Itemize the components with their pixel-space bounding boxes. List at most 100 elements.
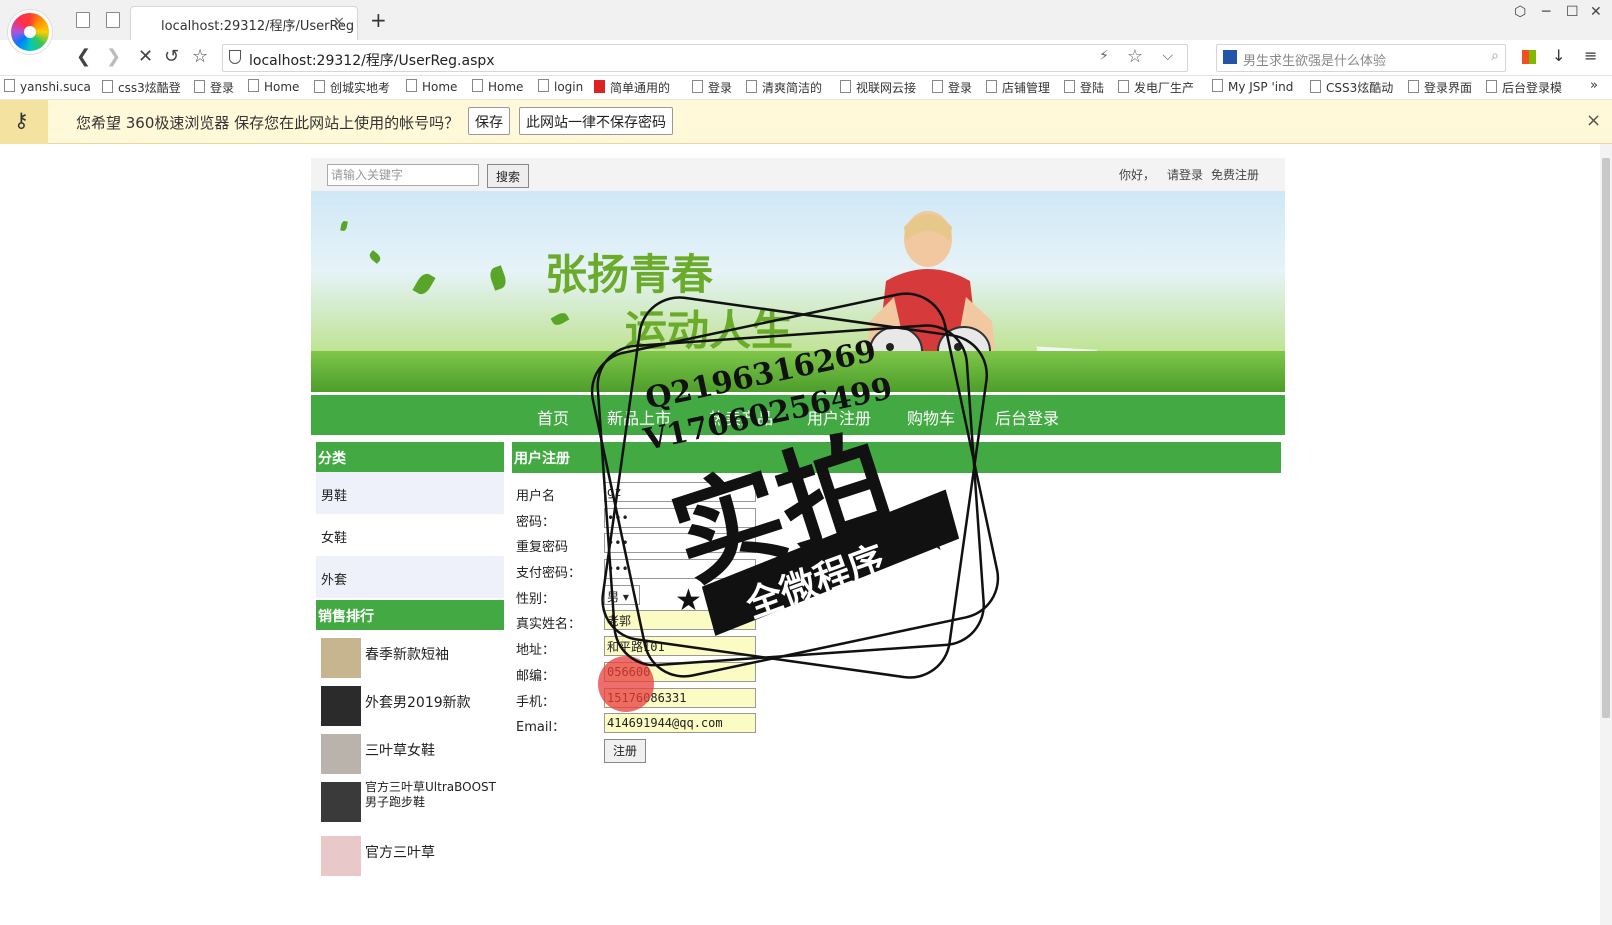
bookmark-item[interactable]: 登陆 [1064, 79, 1104, 96]
form-row-email: Email： [512, 710, 1281, 736]
forward-icon[interactable]: ❯ [106, 46, 121, 67]
nav-hot-products[interactable]: 热卖产品 [709, 405, 773, 429]
undo-icon[interactable]: ↺ [164, 46, 179, 67]
active-tab[interactable]: localhost:29312/程序/UserReg × [130, 6, 358, 40]
ranking-item-name[interactable]: 春季新款短袖 [365, 648, 501, 663]
nav-admin-login[interactable]: 后台登录 [995, 405, 1059, 429]
category-item[interactable]: 女鞋 [316, 514, 504, 556]
bookmark-item[interactable]: 登录界面 [1408, 79, 1472, 96]
bookmark-item[interactable]: 登录 [692, 79, 732, 96]
bookmark-item[interactable]: yanshi.suca [4, 79, 91, 94]
bookmark-star-icon[interactable]: ☆ [192, 46, 208, 67]
ranking-item-name[interactable]: 官方三叶草UltraBOOST男子跑步鞋 [365, 780, 501, 810]
skin-icon[interactable]: ⬡ [1514, 4, 1526, 20]
bookmark-item[interactable]: 清爽简洁的 [746, 79, 822, 96]
ranking-item[interactable]: 春季新款短袖 [316, 634, 504, 682]
browser-logo-icon[interactable] [8, 10, 52, 54]
register-link[interactable]: 免费注册 [1211, 166, 1259, 183]
bookmark-item[interactable]: 登录 [194, 79, 234, 96]
download-icon[interactable]: ↓ [1552, 46, 1565, 65]
tab-close-icon[interactable]: × [333, 14, 345, 30]
bookmark-item[interactable]: 发电厂生产 [1118, 79, 1194, 96]
realname-label: 真实姓名： [516, 617, 582, 633]
phone-label: 手机： [516, 694, 556, 710]
product-thumbnail[interactable] [321, 638, 361, 678]
menu-icon[interactable]: ≡ [1584, 46, 1597, 65]
ranking-item-name[interactable]: 三叶草女鞋 [365, 744, 501, 759]
bookmark-item[interactable]: Home [248, 79, 299, 94]
close-window-icon[interactable]: ✕ [1590, 4, 1602, 20]
gender-select[interactable]: 男 ▾ [604, 584, 640, 605]
product-thumbnail[interactable] [321, 686, 361, 726]
nav-home[interactable]: 首页 [537, 405, 569, 429]
leaf-decoration [367, 250, 383, 264]
address-bar[interactable]: localhost:29312/程序/UserReg.aspx ⚡ ☆ ⌵ [222, 44, 1188, 72]
nav-user-register[interactable]: 用户注册 [807, 405, 871, 429]
lightning-icon[interactable]: ⚡ [1099, 48, 1109, 64]
ranking-item-name[interactable]: 官方三叶草 [365, 846, 501, 861]
ranking-item[interactable]: 官方三叶草UltraBOOST男子跑步鞋 [316, 778, 504, 826]
scrollbar-thumb[interactable] [1602, 158, 1610, 718]
realname-input[interactable] [604, 610, 756, 631]
bookmark-item[interactable]: 店铺管理 [986, 79, 1050, 96]
product-thumbnail[interactable] [321, 734, 361, 774]
site-search-button[interactable]: 搜索 [487, 164, 529, 188]
login-link[interactable]: 请登录 [1167, 166, 1203, 183]
search-engine-icon [1223, 50, 1237, 64]
nav-new-arrivals[interactable]: 新品上市 [607, 405, 671, 429]
close-icon[interactable]: × [1586, 110, 1601, 131]
page-scrollbar[interactable] [1600, 144, 1612, 925]
register-submit-button[interactable]: 注册 [604, 738, 646, 763]
back-icon[interactable]: ❮ [76, 46, 91, 67]
bookmark-item[interactable]: Home [406, 79, 457, 94]
bookmark-item[interactable]: css3炫酷登 [102, 79, 181, 96]
search-icon[interactable]: ⌕ [1491, 48, 1499, 64]
bookmark-item[interactable]: My JSP 'ind [1212, 79, 1293, 94]
username-input[interactable] [604, 482, 756, 502]
bookmark-item[interactable]: 简单通用的 [594, 79, 670, 96]
gender-value: 男 [607, 589, 620, 604]
category-item[interactable]: 男鞋 [316, 472, 504, 514]
browser-search-text[interactable]: 男生求生欲强是什么体验 [1243, 50, 1386, 69]
new-tab-icon[interactable]: + [370, 8, 387, 32]
bookmarks-more-icon[interactable]: » [1590, 78, 1598, 93]
bookmark-item[interactable]: 后台登录模 [1486, 79, 1562, 96]
email-input[interactable] [604, 713, 756, 734]
pinned-tab-icon[interactable] [76, 12, 90, 28]
bookmark-item[interactable]: 创城实地考 [314, 79, 390, 96]
chevron-down-icon[interactable]: ⌵ [1162, 48, 1173, 64]
grass-decoration [311, 351, 1285, 392]
ranking-item[interactable]: 三叶草女鞋 [316, 730, 504, 778]
favorite-star-icon[interactable]: ☆ [1127, 46, 1143, 67]
ranking-item-name[interactable]: 外套男2019新款 [365, 696, 501, 711]
minimize-icon[interactable]: ─ [1542, 4, 1550, 20]
address-input[interactable] [604, 636, 756, 657]
browser-toolbar: ❮ ❯ ✕ ↺ ☆ localhost:29312/程序/UserReg.asp… [0, 40, 1612, 76]
password-input[interactable] [604, 507, 756, 528]
nav-cart[interactable]: 购物车 [907, 405, 955, 429]
tab-title: localhost:29312/程序/UserReg [161, 19, 355, 34]
never-save-button[interactable]: 此网站一律不保存密码 [519, 107, 673, 135]
product-thumbnail[interactable] [321, 836, 361, 876]
maximize-icon[interactable]: ☐ [1566, 4, 1579, 20]
register-title: 用户注册 [512, 442, 1281, 473]
product-thumbnail[interactable] [321, 782, 361, 822]
browser-search-box[interactable]: 男生求生欲强是什么体验 ⌕ [1216, 44, 1506, 72]
category-item[interactable]: 外套 [316, 556, 504, 598]
repeat-password-input[interactable] [604, 533, 756, 554]
bookmark-item[interactable]: CSS3炫酷动 [1310, 79, 1393, 96]
ranking-item[interactable]: 官方三叶草 [316, 832, 504, 880]
bookmark-item[interactable]: login [538, 79, 583, 94]
bookmark-item[interactable]: 视联网云接 [840, 79, 916, 96]
stop-loading-icon[interactable]: ✕ [138, 46, 153, 67]
pay-password-input[interactable] [604, 559, 756, 580]
ranking-item[interactable]: 外套男2019新款 [316, 682, 504, 730]
site-search-input[interactable] [327, 164, 479, 186]
address-url[interactable]: localhost:29312/程序/UserReg.aspx [249, 50, 495, 70]
save-password-button[interactable]: 保存 [468, 107, 510, 135]
apps-icon[interactable] [1522, 50, 1536, 64]
bookmark-item[interactable]: 登录 [932, 79, 972, 96]
bookmark-item[interactable]: Home [472, 79, 523, 94]
browser-tab-strip: localhost:29312/程序/UserReg × + ⬡ ─ ☐ ✕ [0, 0, 1612, 54]
pinned-tab-icon[interactable] [106, 12, 120, 28]
